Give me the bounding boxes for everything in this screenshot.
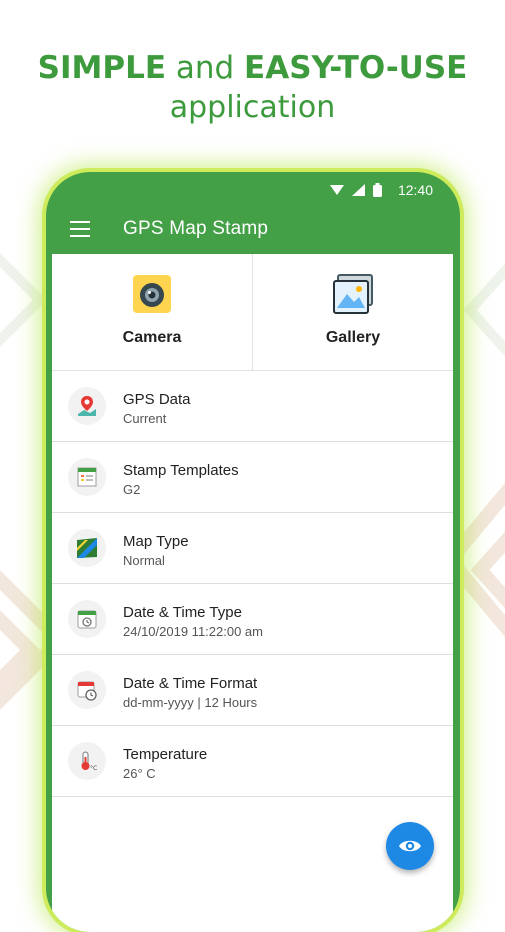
svg-text:°C: °C xyxy=(90,765,97,772)
headline-and: and xyxy=(175,50,235,86)
setting-temperature[interactable]: °C Temperature 26° C xyxy=(52,726,453,797)
status-bar: 12:40 xyxy=(52,172,453,208)
setting-date-time-type[interactable]: Date & Time Type 24/10/2019 11:22:00 am xyxy=(52,584,453,655)
app-title: GPS Map Stamp xyxy=(123,218,269,239)
setting-date-time-format[interactable]: Date & Time Format dd-mm-yyyy | 12 Hours xyxy=(52,655,453,726)
battery-icon xyxy=(372,183,382,197)
calendar-clock-icon xyxy=(68,600,106,638)
app-toolbar: GPS Map Stamp xyxy=(52,208,453,254)
setting-stamp-templates[interactable]: Stamp Templates G2 xyxy=(52,442,453,513)
gallery-icon xyxy=(333,274,373,314)
headline-application: application xyxy=(169,90,336,125)
setting-title: Date & Time Type xyxy=(123,604,242,621)
template-icon xyxy=(68,458,106,496)
camera-button[interactable]: Camera xyxy=(52,254,253,370)
map-icon xyxy=(68,529,106,567)
setting-gps-data[interactable]: GPS Data Current xyxy=(52,371,453,442)
phone-screen: 12:40 GPS Map Stamp Camera Gallery GPS D… xyxy=(52,172,453,932)
setting-value: dd-mm-yyyy | 12 Hours xyxy=(123,695,258,710)
setting-value: 24/10/2019 11:22:00 am xyxy=(123,624,263,639)
map-pin-icon xyxy=(68,387,106,425)
hamburger-menu-icon[interactable] xyxy=(70,221,90,237)
setting-value: 26° C xyxy=(123,766,156,781)
camera-label: Camera xyxy=(122,329,182,346)
setting-value: Normal xyxy=(123,553,165,568)
setting-value: Current xyxy=(123,411,167,426)
settings-list: GPS Data Current Stamp Templates G2 Map … xyxy=(52,371,453,797)
calendar-format-icon xyxy=(68,671,106,709)
wifi-icon xyxy=(329,185,344,195)
headline-simple: SIMPLE xyxy=(37,50,166,86)
setting-value: G2 xyxy=(123,482,141,497)
headline-easy: EASY-TO-USE xyxy=(244,50,468,86)
action-panel: Camera Gallery xyxy=(52,254,453,371)
preview-fab-button[interactable] xyxy=(386,822,434,870)
signal-icon xyxy=(351,184,365,196)
main-content: Camera Gallery GPS Data Current Stamp Te… xyxy=(52,254,453,932)
headline: SIMPLE and EASY-TO-USE application xyxy=(0,48,505,128)
setting-title: Map Type xyxy=(123,533,189,550)
setting-title: Stamp Templates xyxy=(123,462,239,479)
gallery-button[interactable]: Gallery xyxy=(253,254,453,370)
setting-title: Temperature xyxy=(123,746,208,763)
status-time: 12:40 xyxy=(397,182,433,198)
camera-icon xyxy=(133,275,171,313)
eye-icon xyxy=(399,840,421,852)
setting-title: GPS Data xyxy=(123,391,191,408)
setting-title: Date & Time Format xyxy=(123,675,258,692)
gallery-label: Gallery xyxy=(325,329,381,346)
phone-frame: 12:40 GPS Map Stamp Camera Gallery GPS D… xyxy=(46,172,460,932)
thermometer-icon: °C xyxy=(68,742,106,780)
setting-map-type[interactable]: Map Type Normal xyxy=(52,513,453,584)
